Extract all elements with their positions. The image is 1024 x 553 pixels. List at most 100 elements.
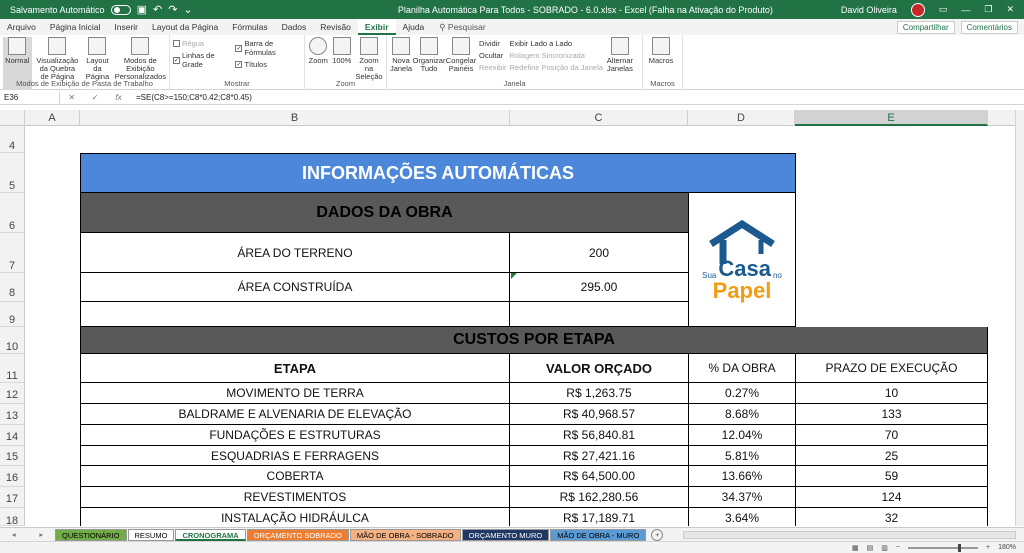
row-header-18[interactable]: 18 <box>0 508 25 527</box>
insert-function-icon[interactable]: fx <box>115 93 121 102</box>
prazo-cell[interactable]: 124 <box>796 487 988 508</box>
prazo-cell[interactable]: 32 <box>796 508 988 526</box>
search-box[interactable]: ⚲ Pesquisar <box>439 22 485 33</box>
area-terreno-value[interactable]: 200 <box>510 233 689 273</box>
column-header-d[interactable]: D <box>688 110 795 126</box>
minimize-button[interactable]: — <box>961 5 970 15</box>
prazo-cell[interactable]: 25 <box>796 446 988 466</box>
hide-button[interactable]: Ocultar <box>479 51 507 60</box>
row-header-10[interactable]: 10 <box>0 327 25 354</box>
restore-button[interactable]: ❐ <box>984 4 992 15</box>
close-button[interactable]: ✕ <box>1006 4 1014 15</box>
header-valor[interactable]: VALOR ORÇADO <box>510 354 689 383</box>
sync-scroll-button[interactable]: Rolagem Sincronizada <box>510 51 603 60</box>
etapa-cell[interactable]: ESQUADRIAS E FERRAGENS <box>80 446 510 466</box>
row-header-7[interactable]: 7 <box>0 233 25 273</box>
page-layout-status-icon[interactable]: ▤ <box>867 544 874 552</box>
etapa-cell[interactable]: BALDRAME E ALVENARIA DE ELEVAÇÃO <box>80 404 510 425</box>
column-header-a[interactable]: A <box>25 110 80 126</box>
title-cell[interactable]: INFORMAÇÕES AUTOMÁTICAS <box>80 153 796 193</box>
ruler-checkbox[interactable]: Régua <box>173 39 232 48</box>
row-header-4[interactable]: 4 <box>0 126 25 153</box>
row-header-11[interactable]: 11 <box>0 354 25 383</box>
tab-layout[interactable]: Layout da Página <box>145 19 225 35</box>
unhide-button[interactable]: Reexibir <box>479 63 507 72</box>
etapa-cell[interactable]: MOVIMENTO DE TERRA <box>80 383 510 404</box>
row-header-16[interactable]: 16 <box>0 466 25 487</box>
undo-icon[interactable]: ↶ <box>153 3 162 16</box>
comments-button[interactable]: Comentários <box>960 20 1018 34</box>
row-header-5[interactable]: 5 <box>0 153 25 193</box>
confirm-icon[interactable]: ✓ <box>92 93 99 102</box>
redo-icon[interactable]: ↷ <box>168 3 177 16</box>
percent-cell[interactable]: 34.37% <box>689 487 796 508</box>
autosave-toggle[interactable] <box>110 4 131 15</box>
sheet-tab-resumo[interactable]: RESUMO <box>127 528 175 541</box>
row-header-15[interactable]: 15 <box>0 446 25 466</box>
tab-arquivo[interactable]: Arquivo <box>0 19 43 35</box>
valor-cell[interactable]: R$ 64,500.00 <box>510 466 689 487</box>
empty-cell[interactable] <box>80 302 510 327</box>
area-terreno-label[interactable]: ÁREA DO TERRENO <box>80 233 510 273</box>
dados-obra-header[interactable]: DADOS DA OBRA <box>80 193 689 233</box>
valor-cell[interactable]: R$ 40,968.57 <box>510 404 689 425</box>
previous-sheet-icon[interactable]: ◂ <box>12 530 16 539</box>
custos-header[interactable]: CUSTOS POR ETAPA <box>80 327 988 354</box>
percent-cell[interactable]: 3.64% <box>689 508 796 526</box>
customize-toolbar-icon[interactable]: ⌄ <box>183 3 192 16</box>
save-icon[interactable]: ▣ <box>137 3 147 16</box>
sheet-tab-mao-obra-sobrado[interactable]: MÃO DE OBRA - SOBRADO <box>349 528 461 541</box>
reset-position-button[interactable]: Redefinir Posição da Janela <box>510 63 603 72</box>
gridlines-checkbox[interactable]: ✓ Linhas de Grade <box>173 51 232 69</box>
worksheet[interactable]: INFORMAÇÕES AUTOMÁTICAS DADOS DA OBRA Su… <box>25 126 1015 526</box>
prazo-cell[interactable]: 59 <box>796 466 988 487</box>
normal-view-status-icon[interactable]: ▦ <box>852 544 859 552</box>
row-header-17[interactable]: 17 <box>0 487 25 508</box>
valor-cell[interactable]: R$ 1,263.75 <box>510 383 689 404</box>
zoom-level[interactable]: 180% <box>998 544 1016 551</box>
zoom-in-icon[interactable]: + <box>986 544 990 551</box>
etapa-cell[interactable]: REVESTIMENTOS <box>80 487 510 508</box>
formula-input[interactable]: =SE(C8>=150;C8*0.42;C8*0.45) <box>130 93 252 102</box>
tab-ajuda[interactable]: Ajuda <box>396 19 432 35</box>
area-construida-value[interactable]: 295.00 <box>510 273 689 302</box>
row-header-13[interactable]: 13 <box>0 404 25 425</box>
prazo-cell[interactable]: 133 <box>796 404 988 425</box>
user-name[interactable]: David Oliveira <box>841 5 897 15</box>
sheet-tab-cronograma[interactable]: CRONOGRAMA <box>175 528 246 541</box>
column-header-b[interactable]: B <box>80 110 510 126</box>
avatar[interactable] <box>910 2 925 17</box>
percent-cell[interactable]: 12.04% <box>689 425 796 446</box>
prazo-cell[interactable]: 10 <box>796 383 988 404</box>
header-prazo[interactable]: PRAZO DE EXECUÇÃO <box>796 354 988 383</box>
tab-formulas[interactable]: Fórmulas <box>225 19 274 35</box>
area-construida-label[interactable]: ÁREA CONSTRUÍDA <box>80 273 510 302</box>
tab-inserir[interactable]: Inserir <box>107 19 145 35</box>
percent-cell[interactable]: 0.27% <box>689 383 796 404</box>
etapa-cell[interactable]: FUNDAÇÕES E ESTRUTURAS <box>80 425 510 446</box>
name-box[interactable]: E36 <box>0 91 60 104</box>
valor-cell[interactable]: R$ 56,840.81 <box>510 425 689 446</box>
horizontal-scrollbar[interactable] <box>683 530 1016 539</box>
empty-cell[interactable] <box>510 302 689 327</box>
tab-exibir[interactable]: Exibir <box>357 19 396 35</box>
headings-checkbox[interactable]: ✓ Títulos <box>235 60 301 69</box>
page-break-status-icon[interactable]: ▥ <box>881 544 888 552</box>
valor-cell[interactable]: R$ 27,421.16 <box>510 446 689 466</box>
row-header-14[interactable]: 14 <box>0 425 25 446</box>
cancel-icon[interactable]: ✕ <box>68 93 75 102</box>
sheet-tab-orcamento-muro[interactable]: ORÇAMENTO MURO <box>461 528 550 541</box>
prazo-cell[interactable]: 70 <box>796 425 988 446</box>
row-header-8[interactable]: 8 <box>0 273 25 302</box>
next-sheet-icon[interactable]: ▸ <box>39 530 43 539</box>
zoom-slider[interactable] <box>908 543 978 552</box>
select-all-corner[interactable] <box>0 110 25 126</box>
tab-dados[interactable]: Dados <box>275 19 314 35</box>
split-button[interactable]: Dividir <box>479 39 507 48</box>
tab-revisao[interactable]: Revisão <box>313 19 358 35</box>
row-header-9[interactable]: 9 <box>0 302 25 327</box>
valor-cell[interactable]: R$ 162,280.56 <box>510 487 689 508</box>
sheet-tab-orcamento-sobrado[interactable]: ORÇAMENTO SOBRADO <box>246 528 349 541</box>
etapa-cell[interactable]: INSTALAÇÃO HIDRÁULCA <box>80 508 510 526</box>
ribbon-display-icon[interactable]: ▭ <box>939 4 948 15</box>
